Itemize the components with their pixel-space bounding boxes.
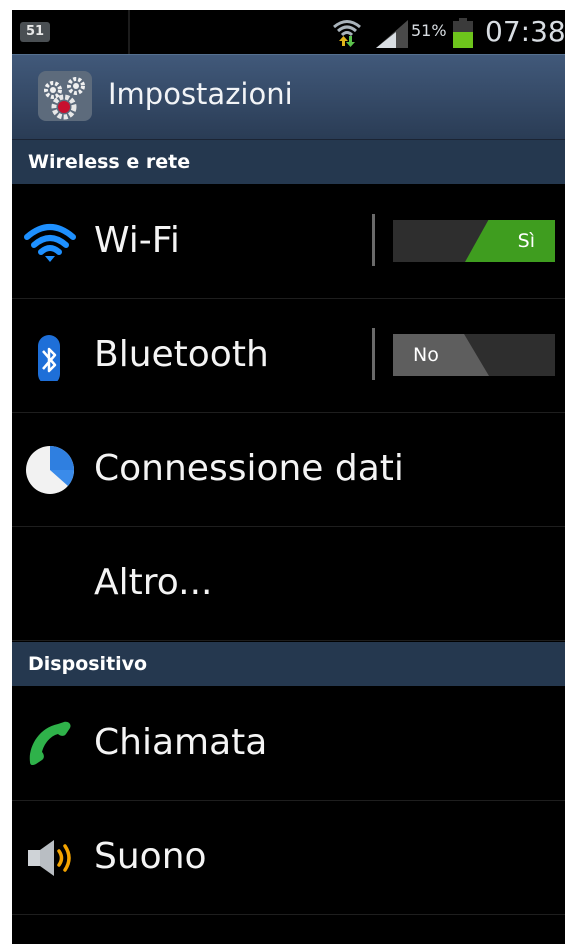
toggle-divider bbox=[372, 214, 375, 266]
settings-item-label: Chiamata bbox=[94, 722, 268, 763]
status-bar-divider bbox=[128, 10, 130, 54]
section-header-device: Dispositivo bbox=[12, 642, 565, 686]
notification-count-badge: 51 bbox=[20, 22, 50, 42]
bluetooth-toggle[interactable]: No bbox=[393, 334, 555, 376]
data-usage-icon bbox=[26, 446, 75, 494]
settings-item-label: Altro... bbox=[94, 562, 213, 603]
action-bar: Impostazioni bbox=[12, 54, 565, 140]
page-title: Impostazioni bbox=[108, 77, 293, 111]
phone-icon bbox=[29, 721, 71, 766]
settings-item-call[interactable]: Chiamata bbox=[12, 686, 565, 801]
wifi-toggle[interactable]: Sì bbox=[393, 220, 555, 262]
bluetooth-icon bbox=[38, 335, 60, 381]
settings-item-label: Connessione dati bbox=[94, 448, 404, 489]
settings-item-label: Bluetooth bbox=[94, 334, 269, 375]
battery-icon bbox=[453, 18, 473, 48]
settings-item-wifi[interactable]: Wi-Fi Sì bbox=[12, 184, 565, 299]
wifi-data-icon bbox=[333, 20, 361, 47]
speaker-icon bbox=[28, 840, 71, 876]
settings-screen: 51 51% 07:38 Impostazioni Wireless e ret… bbox=[12, 10, 565, 944]
settings-item-data-connection[interactable]: Connessione dati bbox=[12, 412, 565, 527]
settings-item-more[interactable]: Altro... bbox=[12, 526, 565, 641]
clock: 07:38 bbox=[485, 15, 565, 48]
settings-item-label: Suono bbox=[94, 836, 207, 877]
settings-item-bluetooth[interactable]: Bluetooth No bbox=[12, 298, 565, 413]
toggle-off-label: No bbox=[393, 334, 489, 376]
battery-percent: 51% bbox=[411, 21, 447, 40]
settings-gears-icon[interactable] bbox=[36, 69, 94, 125]
wifi-icon bbox=[24, 224, 76, 262]
signal-icon bbox=[376, 20, 408, 48]
toggle-divider bbox=[372, 328, 375, 380]
section-header-wireless: Wireless e rete bbox=[12, 140, 565, 184]
toggle-on-label: Sì bbox=[465, 220, 555, 262]
settings-item-sound[interactable]: Suono bbox=[12, 800, 565, 915]
status-bar[interactable]: 51 51% 07:38 bbox=[12, 10, 565, 54]
settings-item-label: Wi-Fi bbox=[94, 220, 180, 261]
